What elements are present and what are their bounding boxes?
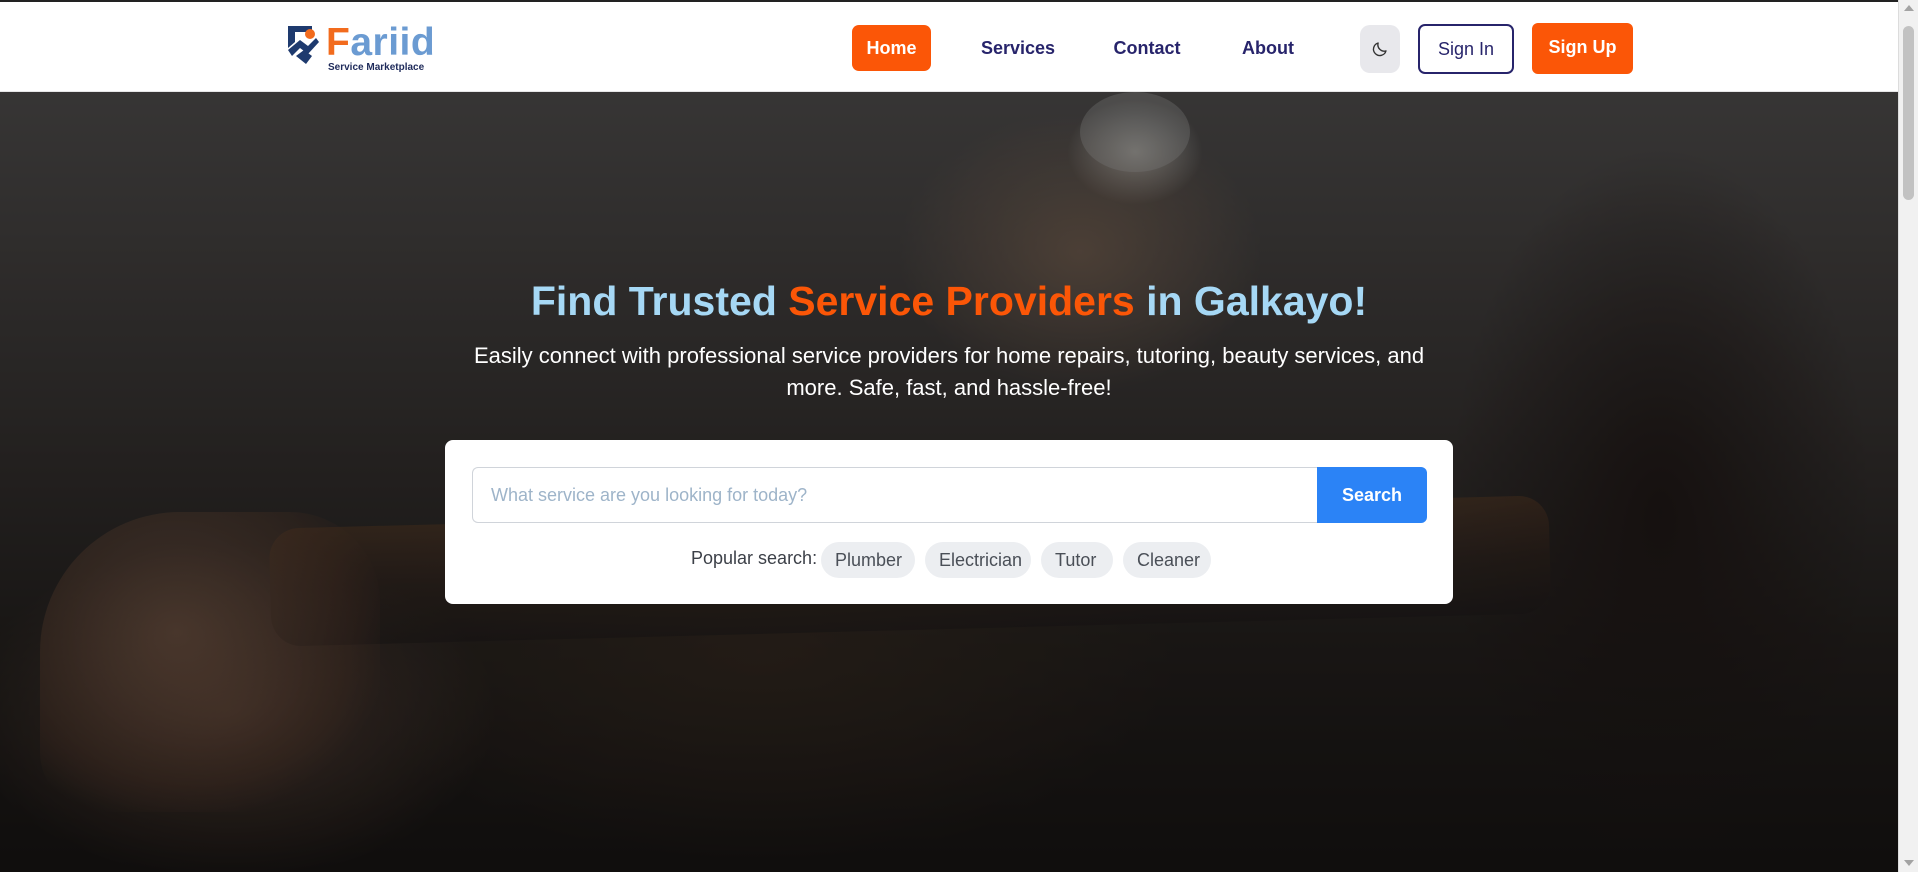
nav-contact[interactable]: Contact xyxy=(1112,25,1182,71)
nav-about[interactable]: About xyxy=(1240,25,1296,71)
hero-subtitle: Easily connect with professional service… xyxy=(473,343,1425,400)
nav-home[interactable]: Home xyxy=(852,25,931,71)
logo[interactable]: Fariid Service Marketplace xyxy=(286,21,436,74)
popular-searches: Popular search: Plumber Electrician Tuto… xyxy=(445,542,1453,578)
sign-up-button[interactable]: Sign Up xyxy=(1532,23,1633,74)
logo-wordmark: Fariid xyxy=(326,21,436,64)
logo-tagline: Service Marketplace xyxy=(328,62,425,73)
popular-tag-electrician[interactable]: Electrician xyxy=(925,542,1031,578)
theme-toggle-button[interactable] xyxy=(1360,25,1400,73)
hero-title: Find Trusted Service Providers in Galkay… xyxy=(530,278,1368,324)
scroll-up-arrow-icon[interactable] xyxy=(1904,5,1914,11)
nav-services[interactable]: Services xyxy=(980,25,1056,71)
hero-title-accent: Service Providers xyxy=(788,278,1135,324)
search-card: Search Popular search: Plumber Electrici… xyxy=(445,440,1453,604)
handshake-logo-icon xyxy=(288,26,319,64)
moon-icon xyxy=(1372,42,1387,57)
site-header: Fariid Service Marketplace Home Services… xyxy=(0,2,1898,92)
page: Fariid Service Marketplace Home Services… xyxy=(0,0,1898,872)
popular-search-label: Popular search: xyxy=(691,548,818,568)
service-search-input[interactable] xyxy=(472,467,1318,523)
popular-tag-tutor[interactable]: Tutor xyxy=(1041,542,1113,578)
page-scrollbar[interactable] xyxy=(1898,0,1918,872)
scrollbar-thumb[interactable] xyxy=(1903,26,1914,200)
popular-tag-cleaner[interactable]: Cleaner xyxy=(1123,542,1211,578)
sign-in-button[interactable]: Sign In xyxy=(1418,24,1514,74)
popular-tag-plumber[interactable]: Plumber xyxy=(821,542,915,578)
hero-section: Find Trusted Service Providers in Galkay… xyxy=(0,92,1898,872)
search-button[interactable]: Search xyxy=(1317,467,1427,523)
scroll-down-arrow-icon[interactable] xyxy=(1904,860,1914,866)
